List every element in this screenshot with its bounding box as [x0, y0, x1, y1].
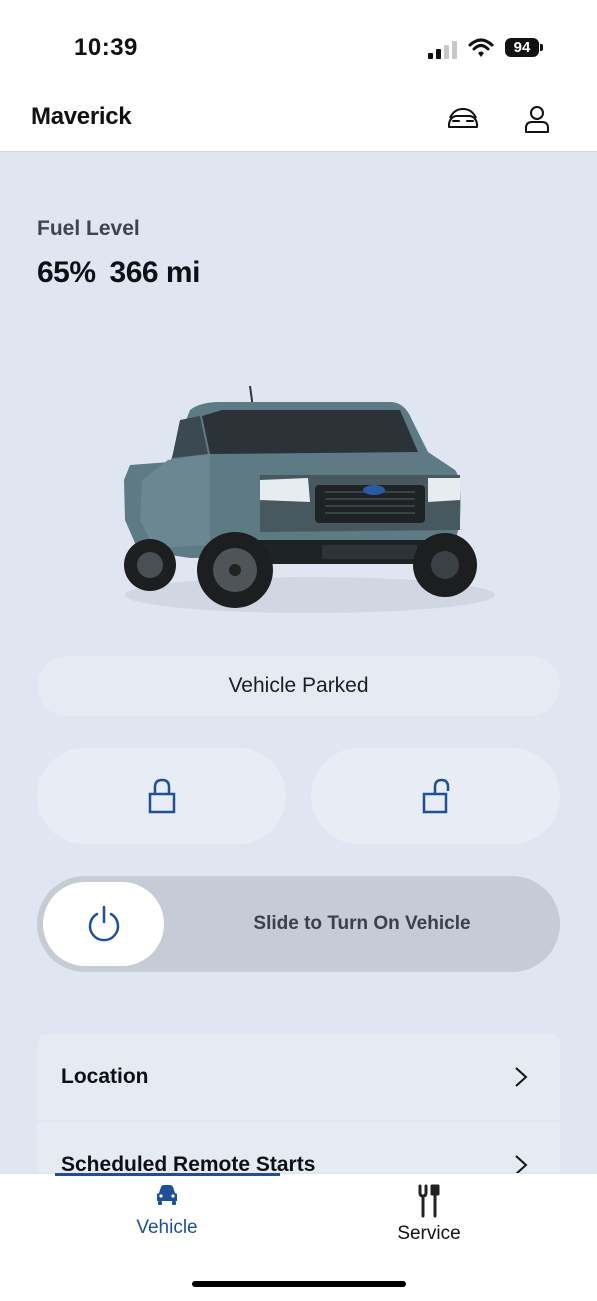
wrench-icon [418, 1184, 440, 1218]
battery-icon: 94 [505, 38, 539, 57]
vehicle-status-pill: Vehicle Parked [37, 656, 560, 716]
fuel-level-label: Fuel Level [37, 217, 140, 240]
home-indicator [192, 1281, 406, 1287]
garage-icon[interactable] [446, 102, 480, 136]
tab-service[interactable]: Service [349, 1184, 509, 1245]
tab-label: Vehicle [136, 1217, 198, 1238]
power-icon [88, 905, 119, 942]
slider-label: Slide to Turn On Vehicle [253, 913, 471, 934]
battery-tip [540, 44, 543, 51]
tab-indicator [55, 1173, 280, 1176]
unlock-icon [422, 778, 449, 814]
list-item-label: Location [61, 1065, 149, 1088]
vehicle-image [124, 385, 495, 613]
slider-knob[interactable] [43, 882, 164, 966]
lock-button[interactable] [37, 748, 286, 844]
fuel-range: 366 mi [109, 256, 201, 289]
list-item-location[interactable]: Location [37, 1034, 560, 1120]
tab-vehicle[interactable]: Vehicle [87, 1184, 247, 1239]
chevron-right-icon [515, 1067, 528, 1087]
account-icon[interactable] [520, 102, 554, 136]
page-title: Maverick [31, 103, 132, 130]
fuel-level-values: 65% 366 mi [37, 256, 200, 290]
tab-label: Service [397, 1223, 461, 1244]
lock-icon [148, 778, 175, 814]
fuel-percent: 65% [37, 256, 96, 289]
vehicle-icon [157, 1185, 177, 1205]
status-time: 10:39 [74, 34, 138, 61]
unlock-button[interactable] [311, 748, 560, 844]
signal-icon [428, 39, 458, 59]
wifi-icon [468, 38, 494, 57]
